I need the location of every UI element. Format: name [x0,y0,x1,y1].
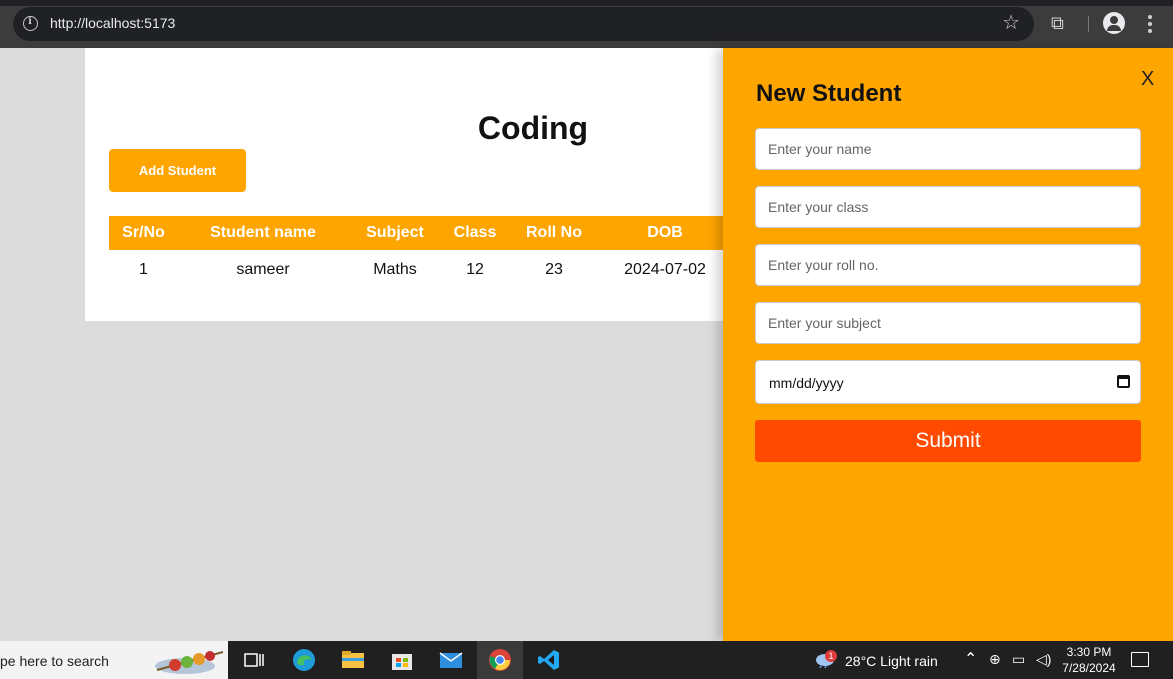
mail-icon[interactable] [439,648,463,672]
profile-icon[interactable] [1103,12,1125,34]
dob-date-input[interactable]: mm/dd/yyyy [755,360,1141,404]
header-subject: Subject [348,216,442,250]
notifications-icon[interactable] [1131,652,1149,667]
cell-subject: Maths [373,261,417,278]
meet-now-icon[interactable]: ⊕ [989,651,1001,668]
subject-input[interactable] [755,302,1141,344]
chrome-icon[interactable] [488,648,512,672]
header-sr-no: Sr/No [109,216,178,250]
url-text[interactable]: http://localhost:5173 [50,15,175,31]
roll-no-input[interactable] [755,244,1141,286]
extensions-icon[interactable]: ⧉ [1051,12,1064,34]
vscode-icon[interactable] [537,648,561,672]
file-explorer-icon[interactable] [341,648,365,672]
cell-student-name: sameer [236,261,290,278]
task-view-icon[interactable] [242,648,266,672]
windows-taskbar: pe here to search 1 28°C Light rain ⌃ ⊕ … [0,641,1173,679]
submit-button[interactable]: Submit [755,420,1141,462]
weather-badge: 1 [825,650,837,662]
toolbar-divider [1088,16,1089,32]
cell-sr-no: 1 [139,261,148,278]
add-student-button[interactable]: Add Student [109,149,246,192]
cell-dob: 2024-07-02 [624,261,706,278]
edge-icon[interactable] [292,648,316,672]
class-input[interactable] [755,186,1141,228]
star-icon[interactable]: ☆ [1002,12,1020,34]
student-table: Sr/No Student name Subject Class Roll No… [109,216,730,290]
student-card: Coding Add Student Sr/No Student name Su… [85,48,745,321]
clock-time: 3:30 PM [1066,645,1112,659]
network-icon[interactable]: ▭ [1012,651,1025,668]
date-placeholder: mm/dd/yyyy [769,375,844,391]
weather-text[interactable]: 28°C Light rain [845,653,938,669]
browser-toolbar: http://localhost:5173 ☆ ⧉ [0,0,1173,48]
header-student-name: Student name [178,216,348,250]
search-placeholder: pe here to search [0,653,109,669]
tray-chevron-icon[interactable]: ⌃ [964,649,977,669]
close-drawer-button[interactable]: X [1141,68,1154,91]
new-student-drawer: X New Student mm/dd/yyyy Submit [723,48,1173,641]
volume-icon[interactable]: ◁) [1036,651,1051,668]
cell-roll-no: 23 [545,261,563,278]
name-input[interactable] [755,128,1141,170]
taskbar-clock[interactable]: 3:30 PM 7/28/2024 [1062,644,1116,676]
address-bar[interactable]: http://localhost:5173 ☆ [13,7,1034,41]
taskbar-search[interactable]: pe here to search [0,641,228,679]
table-header-row: Sr/No Student name Subject Class Roll No… [109,216,730,250]
store-icon[interactable] [390,648,414,672]
info-icon[interactable] [23,16,38,31]
header-class: Class [442,216,508,250]
skewer-icon [155,651,224,674]
table-row: 1 sameer Maths 12 23 2024-07-02 [109,250,730,290]
drawer-title: New Student [756,80,902,107]
calendar-icon[interactable] [1117,375,1130,388]
clock-date: 7/28/2024 [1062,661,1116,675]
cell-class: 12 [466,261,484,278]
menu-icon[interactable] [1148,15,1152,33]
header-dob: DOB [600,216,730,250]
header-roll-no: Roll No [508,216,600,250]
